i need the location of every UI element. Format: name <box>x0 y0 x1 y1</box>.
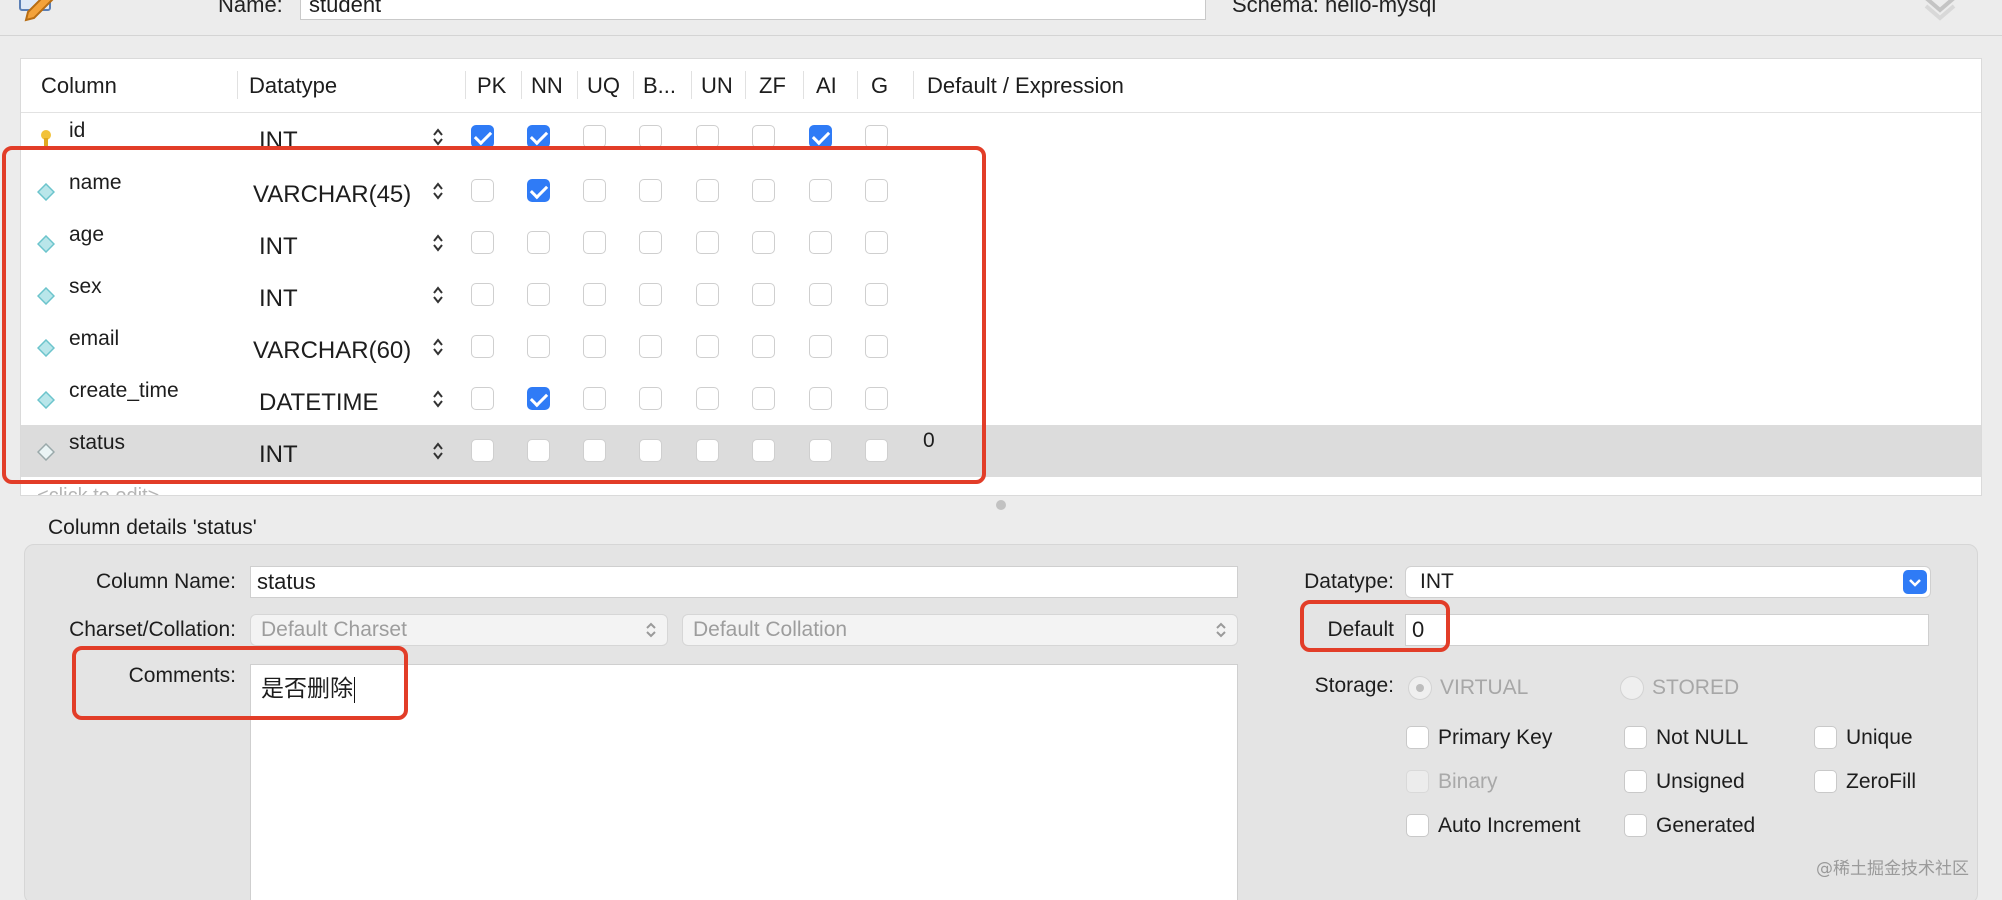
uq-checkbox[interactable] <box>583 125 606 148</box>
click-to-edit-placeholder[interactable]: <click to edit> <box>37 485 159 495</box>
pk-checkbox[interactable] <box>471 125 494 148</box>
name-label: Name: <box>218 0 283 17</box>
datatype-stepper-icon[interactable] <box>431 127 445 147</box>
table-editor-header: Name: student Schema: hello-mysql <box>0 0 2002 36</box>
not-null-checkbox[interactable] <box>1624 726 1647 749</box>
storage-label: Storage: <box>1314 674 1394 697</box>
auto-increment-checkbox[interactable] <box>1406 814 1429 837</box>
column-name-input[interactable]: status <box>250 566 1238 598</box>
header-pk[interactable]: PK <box>477 73 506 99</box>
splitter-handle[interactable] <box>996 500 1006 510</box>
storage-stored-label: STORED <box>1652 676 1740 699</box>
not-null-label: Not NULL <box>1656 726 1749 749</box>
binary-checkbox-detail[interactable] <box>1406 770 1429 793</box>
primary-key-icon <box>41 130 51 147</box>
header-uq[interactable]: UQ <box>587 73 620 99</box>
charset-collation-label: Charset/Collation: <box>69 618 236 641</box>
header-column[interactable]: Column <box>41 73 117 99</box>
binary-label: Binary <box>1438 770 1498 793</box>
header-default-expression[interactable]: Default / Expression <box>927 73 1124 99</box>
watermark: @稀土掘金技术社区 <box>1816 859 1969 879</box>
header-nn[interactable]: NN <box>531 73 563 99</box>
column-name[interactable]: id <box>69 119 85 143</box>
chevron-down-icon[interactable] <box>1903 570 1927 594</box>
grid-header: Column Datatype PK NN UQ B... UN ZF AI G… <box>21 59 1981 113</box>
header-g[interactable]: G <box>871 73 888 99</box>
select-arrows-icon <box>646 622 656 638</box>
primary-key-label: Primary Key <box>1438 726 1553 749</box>
un-checkbox[interactable] <box>696 125 719 148</box>
generated-label: Generated <box>1656 814 1756 837</box>
table-editor-icon <box>19 0 54 22</box>
schema-value: hello-mysql <box>1324 0 1437 17</box>
annotation-highlight-default <box>1300 600 1450 652</box>
datatype-select[interactable]: INT <box>1405 566 1931 598</box>
collation-select[interactable]: Default Collation <box>682 614 1238 646</box>
select-arrows-icon <box>1216 622 1226 638</box>
zerofill-checkbox[interactable] <box>1814 770 1837 793</box>
default-input[interactable]: 0 <box>1405 614 1929 646</box>
header-datatype[interactable]: Datatype <box>249 73 337 99</box>
storage-virtual-radio[interactable] <box>1408 676 1432 700</box>
column-name-label: Column Name: <box>95 570 236 593</box>
zf-checkbox[interactable] <box>752 125 775 148</box>
unique-label: Unique <box>1846 726 1913 749</box>
nn-checkbox[interactable] <box>527 125 550 148</box>
storage-virtual-label: VIRTUAL <box>1440 676 1529 699</box>
annotation-highlight-comments <box>72 646 408 720</box>
unique-checkbox[interactable] <box>1814 726 1837 749</box>
header-ai[interactable]: AI <box>816 73 837 99</box>
charset-select[interactable]: Default Charset <box>250 614 668 646</box>
header-binary[interactable]: B... <box>643 73 676 99</box>
auto-increment-label: Auto Increment <box>1438 814 1581 837</box>
schema-label: Schema: hello-mysql <box>1232 0 1436 18</box>
unsigned-checkbox[interactable] <box>1624 770 1647 793</box>
header-un[interactable]: UN <box>701 73 733 99</box>
storage-stored-radio[interactable] <box>1620 676 1644 700</box>
primary-key-checkbox[interactable] <box>1406 726 1429 749</box>
annotation-highlight-rows <box>2 146 986 484</box>
unsigned-label: Unsigned <box>1656 770 1745 793</box>
ai-checkbox[interactable] <box>809 125 832 148</box>
generated-checkbox[interactable] <box>1624 814 1647 837</box>
datatype-label: Datatype: <box>1304 570 1394 593</box>
binary-checkbox[interactable] <box>639 125 662 148</box>
collapse-chevron-icon[interactable] <box>1922 0 1958 22</box>
table-name-input[interactable]: student <box>300 0 1206 20</box>
g-checkbox[interactable] <box>865 125 888 148</box>
zerofill-label: ZeroFill <box>1846 770 1917 793</box>
column-details-title: Column details 'status' <box>48 516 257 539</box>
header-zf[interactable]: ZF <box>759 73 786 99</box>
